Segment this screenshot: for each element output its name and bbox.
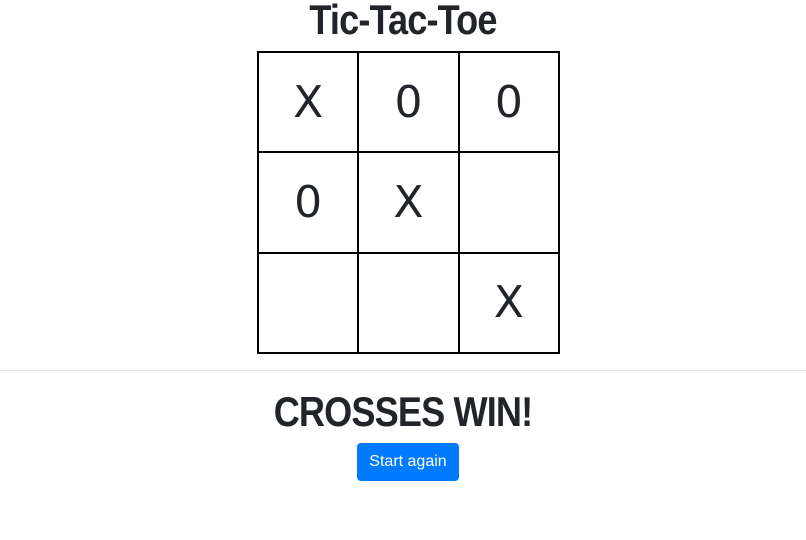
board-cell-r1-c2[interactable]: 0 bbox=[358, 52, 459, 153]
start-again-button[interactable]: Start again bbox=[357, 443, 459, 481]
game-title: Tic-Tac-Toe bbox=[309, 0, 497, 43]
board-cell-r2-c1[interactable]: 0 bbox=[258, 152, 359, 253]
board-cell-r1-c1[interactable]: X bbox=[258, 52, 359, 153]
board-cell-r3-c3[interactable]: X bbox=[458, 252, 559, 353]
board-cell-r2-c2[interactable]: X bbox=[358, 152, 459, 253]
board-cell-r1-c3[interactable]: 0 bbox=[458, 52, 559, 153]
section-divider bbox=[0, 370, 806, 371]
board-cell-r3-c2[interactable] bbox=[358, 252, 459, 353]
game-result-message: CROSSES WIN! bbox=[273, 388, 533, 435]
game-board: X 0 0 0 X X bbox=[257, 51, 560, 354]
board-cell-r2-c3[interactable] bbox=[458, 152, 559, 253]
board-cell-r3-c1[interactable] bbox=[258, 252, 359, 353]
